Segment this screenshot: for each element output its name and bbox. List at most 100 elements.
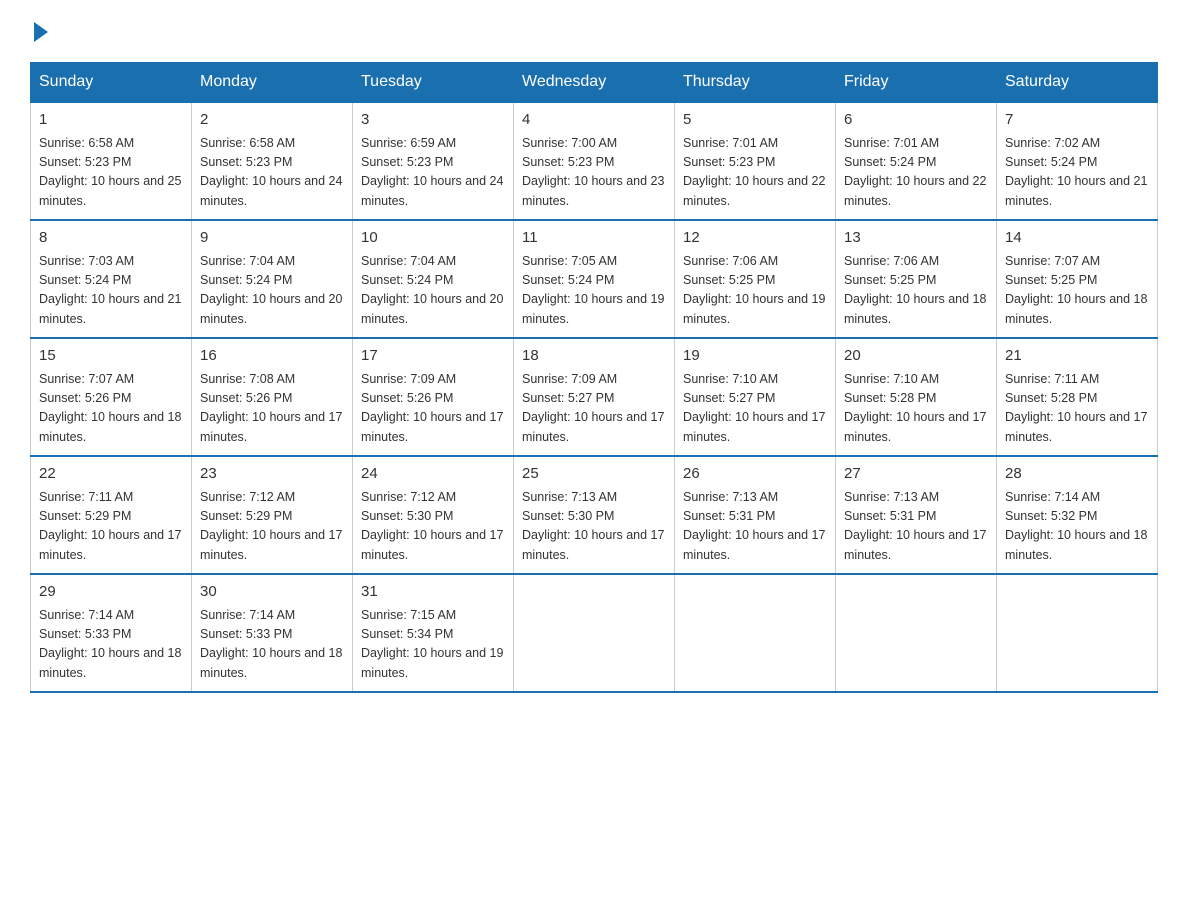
day-number: 19 <box>683 345 827 368</box>
calendar-cell: 30 Sunrise: 7:14 AMSunset: 5:33 PMDaylig… <box>192 574 353 692</box>
day-number: 22 <box>39 463 183 486</box>
day-info: Sunrise: 7:14 AMSunset: 5:33 PMDaylight:… <box>39 606 183 684</box>
calendar-cell: 18 Sunrise: 7:09 AMSunset: 5:27 PMDaylig… <box>514 338 675 456</box>
day-info: Sunrise: 6:58 AMSunset: 5:23 PMDaylight:… <box>200 134 344 212</box>
day-number: 2 <box>200 109 344 132</box>
day-number: 24 <box>361 463 505 486</box>
calendar-cell: 23 Sunrise: 7:12 AMSunset: 5:29 PMDaylig… <box>192 456 353 574</box>
calendar-cell <box>675 574 836 692</box>
calendar-cell: 12 Sunrise: 7:06 AMSunset: 5:25 PMDaylig… <box>675 220 836 338</box>
calendar-cell: 26 Sunrise: 7:13 AMSunset: 5:31 PMDaylig… <box>675 456 836 574</box>
day-header-monday: Monday <box>192 63 353 103</box>
calendar-cell: 25 Sunrise: 7:13 AMSunset: 5:30 PMDaylig… <box>514 456 675 574</box>
day-info: Sunrise: 7:07 AMSunset: 5:25 PMDaylight:… <box>1005 252 1149 330</box>
calendar-header-row: SundayMondayTuesdayWednesdayThursdayFrid… <box>31 63 1158 103</box>
calendar-week-row: 1 Sunrise: 6:58 AMSunset: 5:23 PMDayligh… <box>31 102 1158 220</box>
day-info: Sunrise: 7:09 AMSunset: 5:26 PMDaylight:… <box>361 370 505 448</box>
page-header <box>30 20 1158 42</box>
logo <box>30 20 48 42</box>
calendar-cell: 16 Sunrise: 7:08 AMSunset: 5:26 PMDaylig… <box>192 338 353 456</box>
day-info: Sunrise: 7:04 AMSunset: 5:24 PMDaylight:… <box>361 252 505 330</box>
day-number: 6 <box>844 109 988 132</box>
day-info: Sunrise: 7:07 AMSunset: 5:26 PMDaylight:… <box>39 370 183 448</box>
day-info: Sunrise: 7:12 AMSunset: 5:29 PMDaylight:… <box>200 488 344 566</box>
day-number: 11 <box>522 227 666 250</box>
calendar-week-row: 15 Sunrise: 7:07 AMSunset: 5:26 PMDaylig… <box>31 338 1158 456</box>
day-number: 8 <box>39 227 183 250</box>
day-info: Sunrise: 7:01 AMSunset: 5:24 PMDaylight:… <box>844 134 988 212</box>
calendar-cell: 7 Sunrise: 7:02 AMSunset: 5:24 PMDayligh… <box>997 102 1158 220</box>
day-info: Sunrise: 7:05 AMSunset: 5:24 PMDaylight:… <box>522 252 666 330</box>
day-number: 16 <box>200 345 344 368</box>
day-info: Sunrise: 6:59 AMSunset: 5:23 PMDaylight:… <box>361 134 505 212</box>
calendar-cell <box>836 574 997 692</box>
day-number: 25 <box>522 463 666 486</box>
calendar-cell: 21 Sunrise: 7:11 AMSunset: 5:28 PMDaylig… <box>997 338 1158 456</box>
day-info: Sunrise: 7:10 AMSunset: 5:27 PMDaylight:… <box>683 370 827 448</box>
calendar-cell: 3 Sunrise: 6:59 AMSunset: 5:23 PMDayligh… <box>353 102 514 220</box>
calendar-cell <box>514 574 675 692</box>
calendar-cell: 13 Sunrise: 7:06 AMSunset: 5:25 PMDaylig… <box>836 220 997 338</box>
day-number: 10 <box>361 227 505 250</box>
day-info: Sunrise: 7:06 AMSunset: 5:25 PMDaylight:… <box>683 252 827 330</box>
day-number: 9 <box>200 227 344 250</box>
calendar-week-row: 8 Sunrise: 7:03 AMSunset: 5:24 PMDayligh… <box>31 220 1158 338</box>
day-header-tuesday: Tuesday <box>353 63 514 103</box>
day-info: Sunrise: 7:03 AMSunset: 5:24 PMDaylight:… <box>39 252 183 330</box>
calendar-cell: 15 Sunrise: 7:07 AMSunset: 5:26 PMDaylig… <box>31 338 192 456</box>
calendar-cell: 24 Sunrise: 7:12 AMSunset: 5:30 PMDaylig… <box>353 456 514 574</box>
calendar-cell: 17 Sunrise: 7:09 AMSunset: 5:26 PMDaylig… <box>353 338 514 456</box>
day-header-thursday: Thursday <box>675 63 836 103</box>
calendar-cell: 2 Sunrise: 6:58 AMSunset: 5:23 PMDayligh… <box>192 102 353 220</box>
day-number: 23 <box>200 463 344 486</box>
calendar-week-row: 22 Sunrise: 7:11 AMSunset: 5:29 PMDaylig… <box>31 456 1158 574</box>
calendar-cell: 10 Sunrise: 7:04 AMSunset: 5:24 PMDaylig… <box>353 220 514 338</box>
day-info: Sunrise: 7:13 AMSunset: 5:31 PMDaylight:… <box>844 488 988 566</box>
day-number: 13 <box>844 227 988 250</box>
day-info: Sunrise: 7:00 AMSunset: 5:23 PMDaylight:… <box>522 134 666 212</box>
day-number: 1 <box>39 109 183 132</box>
day-info: Sunrise: 7:10 AMSunset: 5:28 PMDaylight:… <box>844 370 988 448</box>
day-header-sunday: Sunday <box>31 63 192 103</box>
day-info: Sunrise: 7:13 AMSunset: 5:31 PMDaylight:… <box>683 488 827 566</box>
day-info: Sunrise: 7:02 AMSunset: 5:24 PMDaylight:… <box>1005 134 1149 212</box>
calendar-cell: 22 Sunrise: 7:11 AMSunset: 5:29 PMDaylig… <box>31 456 192 574</box>
logo-arrow-icon <box>34 22 48 42</box>
day-info: Sunrise: 7:06 AMSunset: 5:25 PMDaylight:… <box>844 252 988 330</box>
calendar-table: SundayMondayTuesdayWednesdayThursdayFrid… <box>30 62 1158 693</box>
calendar-cell: 27 Sunrise: 7:13 AMSunset: 5:31 PMDaylig… <box>836 456 997 574</box>
calendar-cell: 11 Sunrise: 7:05 AMSunset: 5:24 PMDaylig… <box>514 220 675 338</box>
day-number: 5 <box>683 109 827 132</box>
calendar-cell: 5 Sunrise: 7:01 AMSunset: 5:23 PMDayligh… <box>675 102 836 220</box>
day-info: Sunrise: 6:58 AMSunset: 5:23 PMDaylight:… <box>39 134 183 212</box>
calendar-cell: 4 Sunrise: 7:00 AMSunset: 5:23 PMDayligh… <box>514 102 675 220</box>
day-info: Sunrise: 7:01 AMSunset: 5:23 PMDaylight:… <box>683 134 827 212</box>
calendar-cell <box>997 574 1158 692</box>
day-number: 14 <box>1005 227 1149 250</box>
calendar-cell: 20 Sunrise: 7:10 AMSunset: 5:28 PMDaylig… <box>836 338 997 456</box>
calendar-cell: 8 Sunrise: 7:03 AMSunset: 5:24 PMDayligh… <box>31 220 192 338</box>
day-info: Sunrise: 7:11 AMSunset: 5:29 PMDaylight:… <box>39 488 183 566</box>
day-info: Sunrise: 7:14 AMSunset: 5:33 PMDaylight:… <box>200 606 344 684</box>
day-number: 3 <box>361 109 505 132</box>
day-number: 17 <box>361 345 505 368</box>
day-header-saturday: Saturday <box>997 63 1158 103</box>
calendar-cell: 1 Sunrise: 6:58 AMSunset: 5:23 PMDayligh… <box>31 102 192 220</box>
day-info: Sunrise: 7:08 AMSunset: 5:26 PMDaylight:… <box>200 370 344 448</box>
day-info: Sunrise: 7:09 AMSunset: 5:27 PMDaylight:… <box>522 370 666 448</box>
day-number: 4 <box>522 109 666 132</box>
calendar-cell: 31 Sunrise: 7:15 AMSunset: 5:34 PMDaylig… <box>353 574 514 692</box>
calendar-cell: 6 Sunrise: 7:01 AMSunset: 5:24 PMDayligh… <box>836 102 997 220</box>
day-info: Sunrise: 7:13 AMSunset: 5:30 PMDaylight:… <box>522 488 666 566</box>
day-number: 31 <box>361 581 505 604</box>
calendar-week-row: 29 Sunrise: 7:14 AMSunset: 5:33 PMDaylig… <box>31 574 1158 692</box>
day-info: Sunrise: 7:14 AMSunset: 5:32 PMDaylight:… <box>1005 488 1149 566</box>
day-number: 20 <box>844 345 988 368</box>
day-number: 26 <box>683 463 827 486</box>
day-number: 27 <box>844 463 988 486</box>
day-number: 30 <box>200 581 344 604</box>
day-info: Sunrise: 7:11 AMSunset: 5:28 PMDaylight:… <box>1005 370 1149 448</box>
day-number: 28 <box>1005 463 1149 486</box>
calendar-cell: 14 Sunrise: 7:07 AMSunset: 5:25 PMDaylig… <box>997 220 1158 338</box>
calendar-cell: 19 Sunrise: 7:10 AMSunset: 5:27 PMDaylig… <box>675 338 836 456</box>
